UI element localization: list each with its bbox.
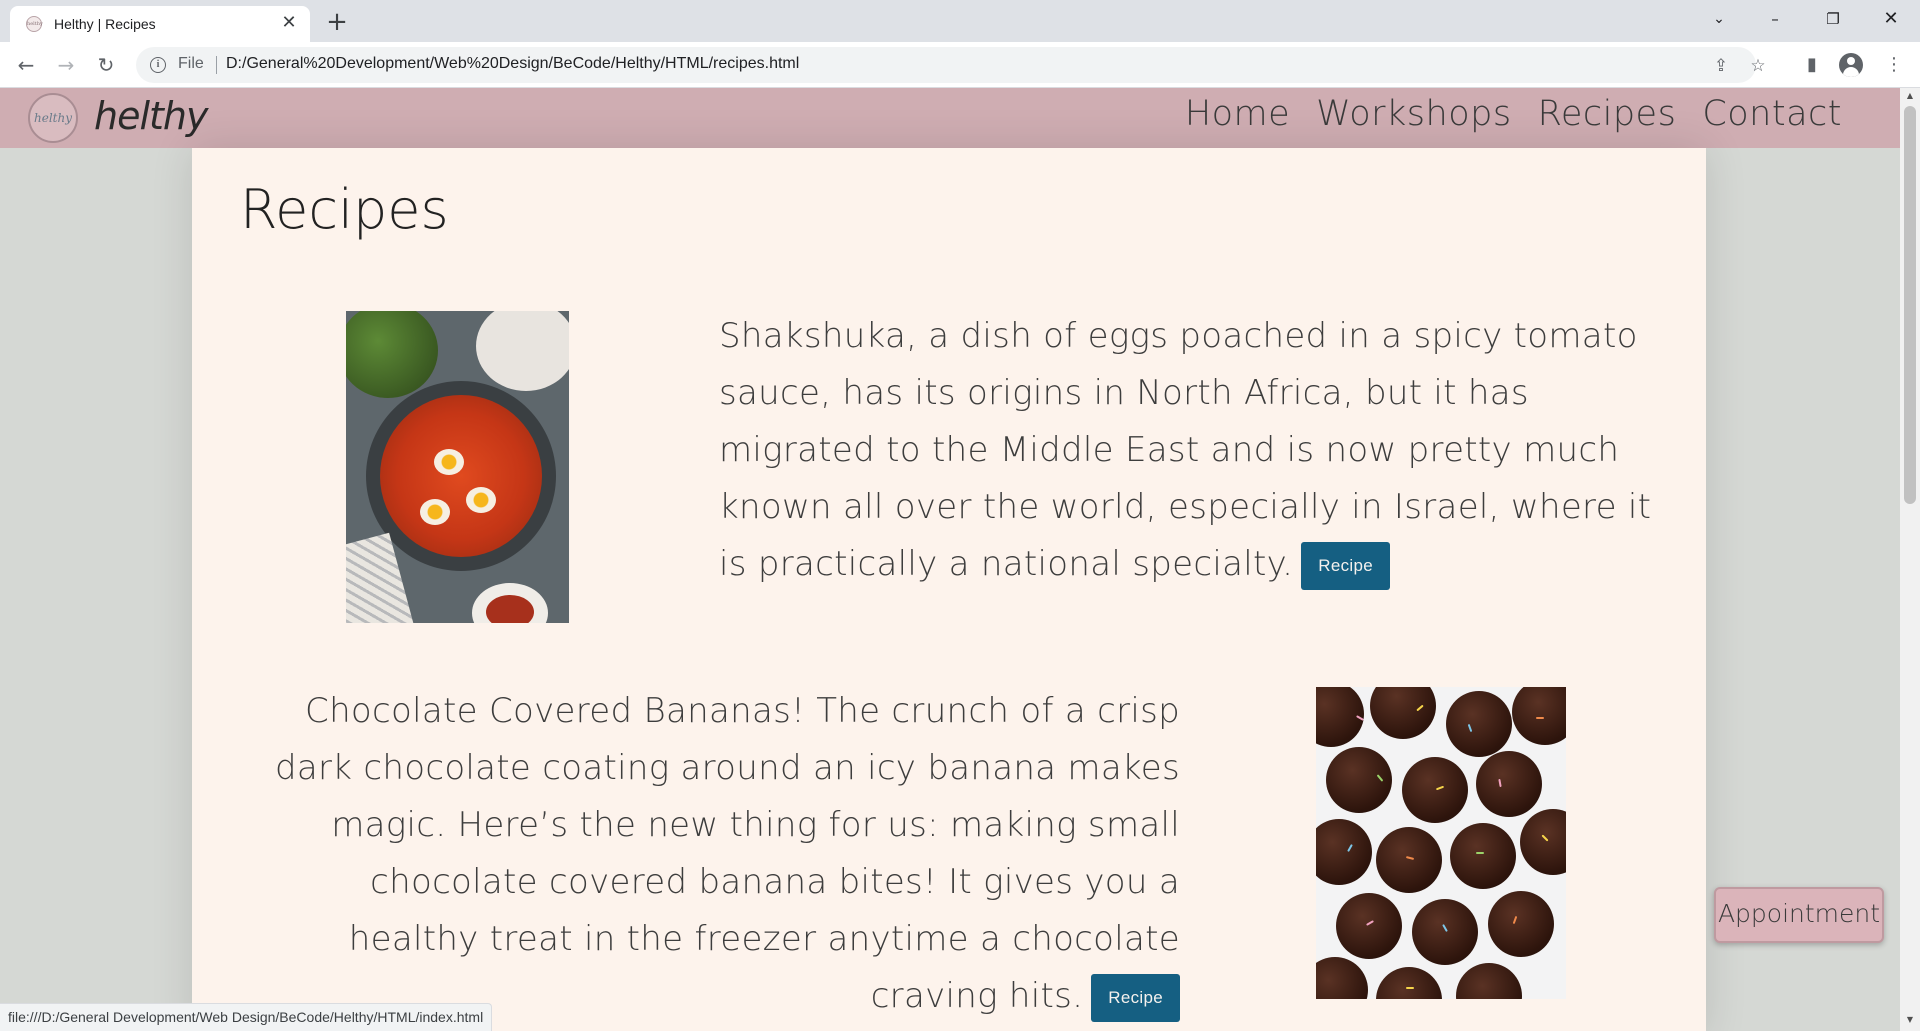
main-content: Recipes Shakshuka, a dish of eggs poache… [192,148,1706,1031]
scroll-down-icon[interactable]: ▼ [1904,1014,1916,1026]
appointment-button[interactable]: Appointment [1714,887,1884,943]
site-header: helthy helthy Home Workshops Recipes Con… [0,88,1900,148]
address-bar[interactable]: i File D:/General%20Development/Web%20De… [136,47,1766,83]
close-tab-icon[interactable]: ✕ [278,12,300,34]
nav-recipes[interactable]: Recipes [1538,94,1677,134]
url-text[interactable]: D:/General%20Development/Web%20Design/Be… [226,55,799,73]
vertical-scrollbar[interactable]: ▲ ▼ [1900,88,1920,1031]
recipe-button-shakshuka[interactable]: Recipe [1301,541,1390,590]
page-viewport: helthy helthy Home Workshops Recipes Con… [0,88,1900,1031]
chocolate-banana-bites-photo [1316,687,1566,999]
tab-strip: helthy Helthy | Recipes ✕ + ⌄ – ❐ ✕ [0,0,1920,42]
scroll-up-icon[interactable]: ▲ [1904,90,1916,102]
menu-kebab-icon[interactable]: ⋮ [1882,53,1906,77]
main-nav: Home Workshops Recipes Contact [1185,94,1842,134]
side-panel-icon[interactable]: ▮ [1800,53,1824,77]
browser-toolbar: ← → ↻ i File D:/General%20Development/We… [0,42,1920,88]
minimize-button[interactable]: – [1746,0,1804,38]
nav-workshops[interactable]: Workshops [1316,94,1511,134]
bookmark-star-icon[interactable]: ☆ [1747,55,1769,77]
reload-icon[interactable]: ↻ [92,51,120,79]
restore-button[interactable]: ❐ [1804,0,1862,38]
favicon-icon: helthy [26,16,43,32]
shakshuka-photo [346,311,569,623]
logo-text[interactable]: helthy [94,94,208,138]
recipe-description-shakshuka: Shakshuka, a dish of eggs poached in a s… [719,308,1679,593]
browser-tab[interactable]: helthy Helthy | Recipes ✕ [10,6,310,42]
nav-home[interactable]: Home [1185,94,1290,134]
logo-mark[interactable]: helthy [28,93,78,143]
url-separator [216,56,217,74]
recipe-description-chocolate: Chocolate Covered Bananas! The crunch of… [232,683,1180,1025]
profile-avatar-icon[interactable] [1839,53,1863,77]
close-window-button[interactable]: ✕ [1862,0,1920,38]
recipe-text-shakshuka: Shakshuka, a dish of eggs poached in a s… [719,316,1652,584]
back-icon[interactable]: ← [12,51,40,79]
scrollbar-thumb[interactable] [1904,106,1916,504]
forward-icon[interactable]: → [52,51,80,79]
status-bar-url: file:///D:/General Development/Web Desig… [0,1003,493,1031]
nav-contact[interactable]: Contact [1702,94,1842,134]
recipe-button-chocolate[interactable]: Recipe [1091,973,1180,1022]
url-scheme: File [178,55,204,72]
recipe-text-chocolate: Chocolate Covered Bananas! The crunch of… [274,691,1180,1016]
tab-search-icon[interactable]: ⌄ [1690,0,1748,38]
info-icon[interactable]: i [150,57,166,73]
share-icon[interactable]: ⇪ [1710,55,1732,77]
page-title: Recipes [240,178,449,241]
new-tab-button[interactable]: + [322,8,352,38]
tab-title: Helthy | Recipes [54,16,156,32]
